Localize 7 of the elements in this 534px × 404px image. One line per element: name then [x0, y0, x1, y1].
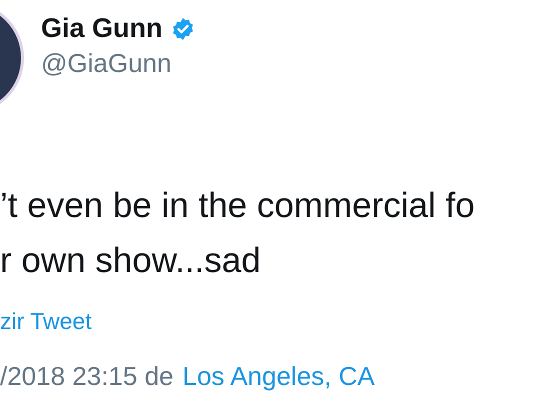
tweet-timestamp: /2018 23:15 de: [0, 361, 174, 392]
author-handle[interactable]: @GiaGunn: [41, 48, 194, 79]
tweet-text-line: ’t even be in the commercial fo: [0, 185, 476, 227]
tweet-text-line: r own show...sad: [0, 240, 262, 282]
location-link[interactable]: Los Angeles, CA: [182, 361, 375, 392]
author-name: Gia Gunn: [41, 13, 162, 44]
translate-tweet-link[interactable]: zir Tweet: [0, 308, 534, 335]
